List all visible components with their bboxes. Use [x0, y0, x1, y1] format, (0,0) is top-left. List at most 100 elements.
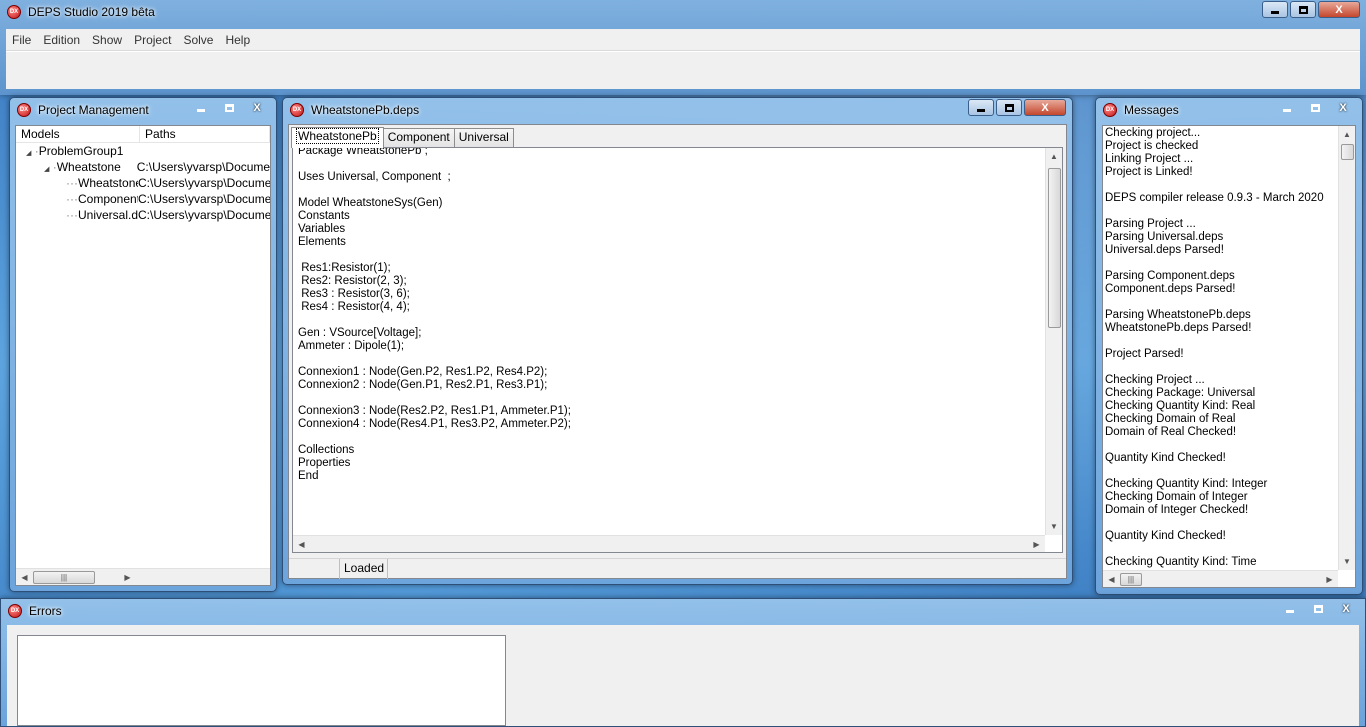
- messages-hscrollbar[interactable]: ◀ ||| ▶: [1103, 570, 1338, 587]
- scroll-thumb[interactable]: |||: [1120, 573, 1142, 586]
- scroll-thumb[interactable]: [1048, 168, 1061, 328]
- code-vscrollbar[interactable]: ▲ ▼: [1045, 148, 1062, 535]
- close-button[interactable]: X: [1330, 99, 1356, 116]
- messages-text: Checking project... Project is checked L…: [1105, 127, 1324, 568]
- project-titlebar[interactable]: DX Project Management X: [10, 98, 276, 122]
- tree-item-component[interactable]: ···Component.C:\Users\yvarsp\Documents: [66, 191, 270, 207]
- status-cell-loaded: Loaded: [340, 559, 388, 579]
- maximize-icon: [1298, 5, 1308, 14]
- tree-item-label: Wheatstone: [56, 160, 121, 174]
- errors-list[interactable]: [17, 635, 506, 726]
- minimize-button[interactable]: [1277, 600, 1303, 617]
- close-button[interactable]: X: [1318, 1, 1360, 18]
- messages-vscrollbar[interactable]: ▲ ▼: [1338, 126, 1355, 570]
- minimize-icon: [1283, 109, 1291, 112]
- maximize-icon: [1004, 103, 1014, 112]
- messages-caption-buttons: X: [1272, 99, 1356, 116]
- errors-title: Errors: [29, 604, 62, 618]
- scroll-left-icon[interactable]: ◀: [1103, 571, 1120, 588]
- close-icon: X: [1339, 101, 1347, 114]
- code-text[interactable]: Package WheatstonePb ; Uses Universal, C…: [298, 148, 1040, 483]
- minimize-button[interactable]: [968, 99, 994, 116]
- scroll-left-icon[interactable]: ◀: [293, 536, 310, 552]
- tree-line: ···: [66, 192, 78, 206]
- scroll-down-icon[interactable]: ▼: [1046, 518, 1062, 535]
- tree-item-label: Universal.de: [78, 208, 138, 222]
- minimize-button[interactable]: [1274, 99, 1300, 116]
- project-tree: ◢ ·ProblemGroup1 ◢ ·Wheatstone C:\Users\y…: [16, 143, 270, 568]
- scroll-right-icon[interactable]: ▶: [1321, 571, 1338, 588]
- tree-item-problemgroup[interactable]: ◢ ·ProblemGroup1: [26, 143, 123, 159]
- menu-project[interactable]: Project: [128, 33, 177, 47]
- menu-solve[interactable]: Solve: [177, 33, 219, 47]
- tree-item-wheatstonepb[interactable]: ···WheatstonePC:\Users\yvarsp\Documents: [66, 175, 270, 191]
- column-header-models[interactable]: Models: [16, 126, 140, 143]
- tree-item-path: C:\Users\yvarsp\Documents: [138, 176, 270, 190]
- scroll-up-icon[interactable]: ▲: [1046, 148, 1062, 165]
- tree-item-path: C:\Users\yvarsp\Documents: [136, 160, 270, 174]
- close-icon: X: [1342, 602, 1350, 615]
- minimize-button[interactable]: [1262, 1, 1288, 18]
- tab-label: WheatstonePb: [296, 128, 379, 144]
- maximize-button[interactable]: [1302, 99, 1328, 116]
- scroll-right-icon[interactable]: ▶: [119, 569, 136, 586]
- minimize-button[interactable]: [188, 99, 214, 116]
- maximize-button[interactable]: [1290, 1, 1316, 18]
- scroll-thumb[interactable]: [1341, 144, 1354, 160]
- scroll-up-icon[interactable]: ▲: [1339, 126, 1355, 143]
- app-icon: DX: [17, 103, 31, 117]
- project-panel-title: Project Management: [38, 103, 149, 117]
- project-management-window: DX Project Management X Models Paths ◢ ·…: [9, 97, 277, 592]
- scroll-down-icon[interactable]: ▼: [1339, 553, 1355, 570]
- expander-icon[interactable]: ◢: [26, 150, 31, 157]
- close-button[interactable]: X: [1333, 600, 1359, 617]
- tab-universal[interactable]: Universal: [453, 128, 514, 147]
- tab-component[interactable]: Component: [382, 128, 455, 147]
- tree-header: Models Paths: [16, 126, 270, 143]
- expander-icon[interactable]: ◢: [44, 166, 49, 173]
- editor-caption-buttons: X: [966, 99, 1066, 116]
- editor-titlebar[interactable]: DX WheatstonePb.deps X: [283, 98, 1072, 122]
- minimize-icon: [1286, 610, 1294, 613]
- maximize-button[interactable]: [1305, 600, 1331, 617]
- tree-line: ···: [66, 176, 78, 190]
- project-caption-buttons: X: [186, 99, 270, 116]
- app-icon: DX: [7, 5, 21, 19]
- main-titlebar[interactable]: DX DEPS Studio 2019 bêta X: [0, 0, 1366, 24]
- maximize-icon: [1313, 604, 1323, 613]
- messages-titlebar[interactable]: DX Messages X: [1096, 98, 1362, 122]
- code-editor[interactable]: Package WheatstonePb ; Uses Universal, C…: [292, 147, 1063, 553]
- menu-file[interactable]: File: [6, 33, 37, 47]
- menu-show[interactable]: Show: [86, 33, 128, 47]
- menu-help[interactable]: Help: [219, 33, 256, 47]
- project-hscrollbar[interactable]: ◀ ||| ▶: [16, 568, 270, 585]
- scroll-left-icon[interactable]: ◀: [16, 569, 33, 586]
- main-window: DX DEPS Studio 2019 bêta X File Edition …: [0, 0, 1366, 95]
- messages-window: DX Messages X Checking project... Projec…: [1095, 97, 1363, 595]
- maximize-button[interactable]: [216, 99, 242, 116]
- menu-edition[interactable]: Edition: [37, 33, 86, 47]
- close-icon: X: [253, 101, 261, 114]
- column-header-paths[interactable]: Paths: [140, 126, 270, 143]
- scroll-right-icon[interactable]: ▶: [1028, 536, 1045, 552]
- scroll-thumb[interactable]: |||: [33, 571, 95, 584]
- editor-window: DX WheatstonePb.deps X WheatstonePb Comp…: [282, 97, 1073, 585]
- messages-title: Messages: [1124, 103, 1179, 117]
- code-hscrollbar[interactable]: ◀ ▶: [293, 535, 1045, 552]
- tree-item-universal[interactable]: ···Universal.deC:\Users\yvarsp\Documents: [66, 207, 270, 223]
- errors-titlebar[interactable]: DX Errors X: [1, 599, 1365, 623]
- editor-statusbar: Loaded: [289, 558, 1066, 579]
- minimize-icon: [197, 109, 205, 112]
- app-icon: DX: [8, 604, 22, 618]
- close-button[interactable]: X: [244, 99, 270, 116]
- tab-wheatstonepb[interactable]: WheatstonePb: [291, 127, 384, 148]
- tree-item-wheatstone[interactable]: ◢ ·WheatstoneC:\Users\yvarsp\Documents: [44, 159, 270, 175]
- close-button[interactable]: X: [1024, 99, 1066, 116]
- editor-tabs: WheatstonePb Component Universal: [291, 127, 514, 148]
- errors-window: DX Errors X: [0, 598, 1366, 727]
- status-cell-3: [388, 559, 1066, 579]
- maximize-button[interactable]: [996, 99, 1022, 116]
- tree-item-label: ProblemGroup1: [38, 144, 124, 158]
- tree-item-label: WheatstoneP: [78, 176, 138, 190]
- messages-log[interactable]: Checking project... Project is checked L…: [1102, 125, 1356, 588]
